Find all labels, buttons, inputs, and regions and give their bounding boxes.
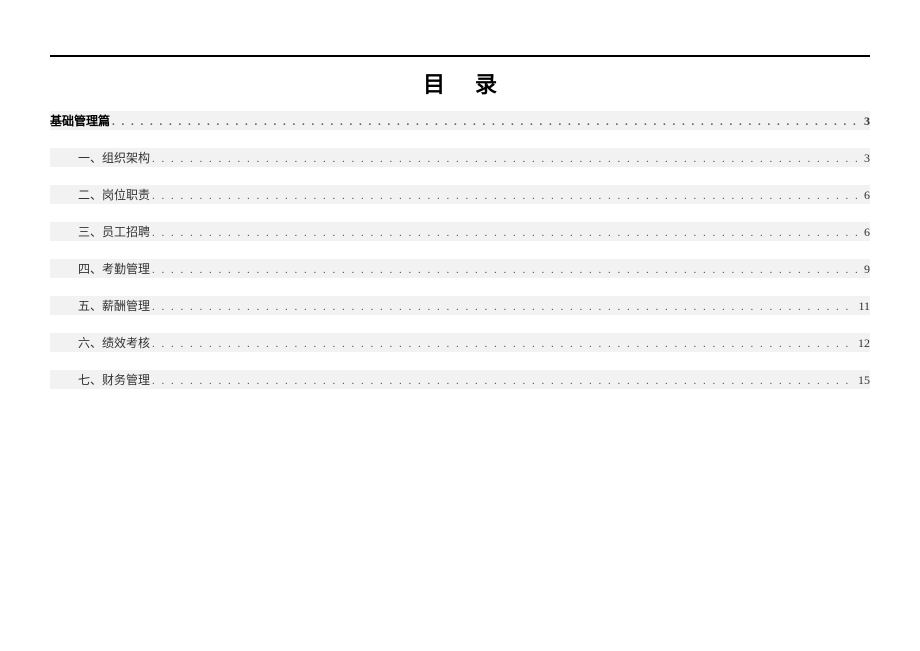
toc-entry: 四、考勤管理. . . . . . . . . . . . . . . . . …	[50, 259, 870, 278]
toc-entry-label: 基础管理篇	[50, 112, 112, 129]
toc-entry: 七、财务管理. . . . . . . . . . . . . . . . . …	[50, 370, 870, 389]
toc-entry-label: 三、员工招聘	[78, 223, 152, 240]
toc-entry-label: 二、岗位职责	[78, 186, 152, 203]
toc-entry: 六、绩效考核. . . . . . . . . . . . . . . . . …	[50, 333, 870, 352]
toc-leader-dots: . . . . . . . . . . . . . . . . . . . . …	[152, 227, 860, 239]
toc-leader-dots: . . . . . . . . . . . . . . . . . . . . …	[152, 338, 854, 350]
toc-entry-label: 五、薪酬管理	[78, 297, 152, 314]
toc-entry-label: 七、财务管理	[78, 371, 152, 388]
toc-leader-dots: . . . . . . . . . . . . . . . . . . . . …	[152, 264, 860, 276]
toc-entry-page: 6	[860, 188, 870, 203]
toc-leader-dots: . . . . . . . . . . . . . . . . . . . . …	[152, 190, 860, 202]
toc-leader-dots: . . . . . . . . . . . . . . . . . . . . …	[152, 153, 860, 165]
toc-leader-dots: . . . . . . . . . . . . . . . . . . . . …	[112, 116, 860, 128]
toc-entry: 五、薪酬管理. . . . . . . . . . . . . . . . . …	[50, 296, 870, 315]
top-border	[50, 55, 870, 57]
toc-entry-page: 11	[854, 299, 870, 314]
toc-leader-dots: . . . . . . . . . . . . . . . . . . . . …	[152, 301, 854, 313]
toc-entry: 基础管理篇. . . . . . . . . . . . . . . . . .…	[50, 111, 870, 130]
toc-list: 基础管理篇. . . . . . . . . . . . . . . . . .…	[50, 111, 870, 389]
toc-entry-page: 3	[860, 114, 870, 129]
toc-entry-label: 一、组织架构	[78, 149, 152, 166]
toc-entry: 三、员工招聘. . . . . . . . . . . . . . . . . …	[50, 222, 870, 241]
toc-entry: 二、岗位职责. . . . . . . . . . . . . . . . . …	[50, 185, 870, 204]
document-page: 目录 基础管理篇. . . . . . . . . . . . . . . . …	[0, 0, 920, 389]
toc-entry: 一、组织架构. . . . . . . . . . . . . . . . . …	[50, 148, 870, 167]
toc-entry-label: 四、考勤管理	[78, 260, 152, 277]
toc-leader-dots: . . . . . . . . . . . . . . . . . . . . …	[152, 375, 854, 387]
toc-title: 目录	[50, 67, 870, 99]
toc-entry-page: 3	[860, 151, 870, 166]
toc-entry-page: 12	[854, 336, 870, 351]
toc-entry-label: 六、绩效考核	[78, 334, 152, 351]
toc-entry-page: 9	[860, 262, 870, 277]
toc-entry-page: 6	[860, 225, 870, 240]
toc-entry-page: 15	[854, 373, 870, 388]
